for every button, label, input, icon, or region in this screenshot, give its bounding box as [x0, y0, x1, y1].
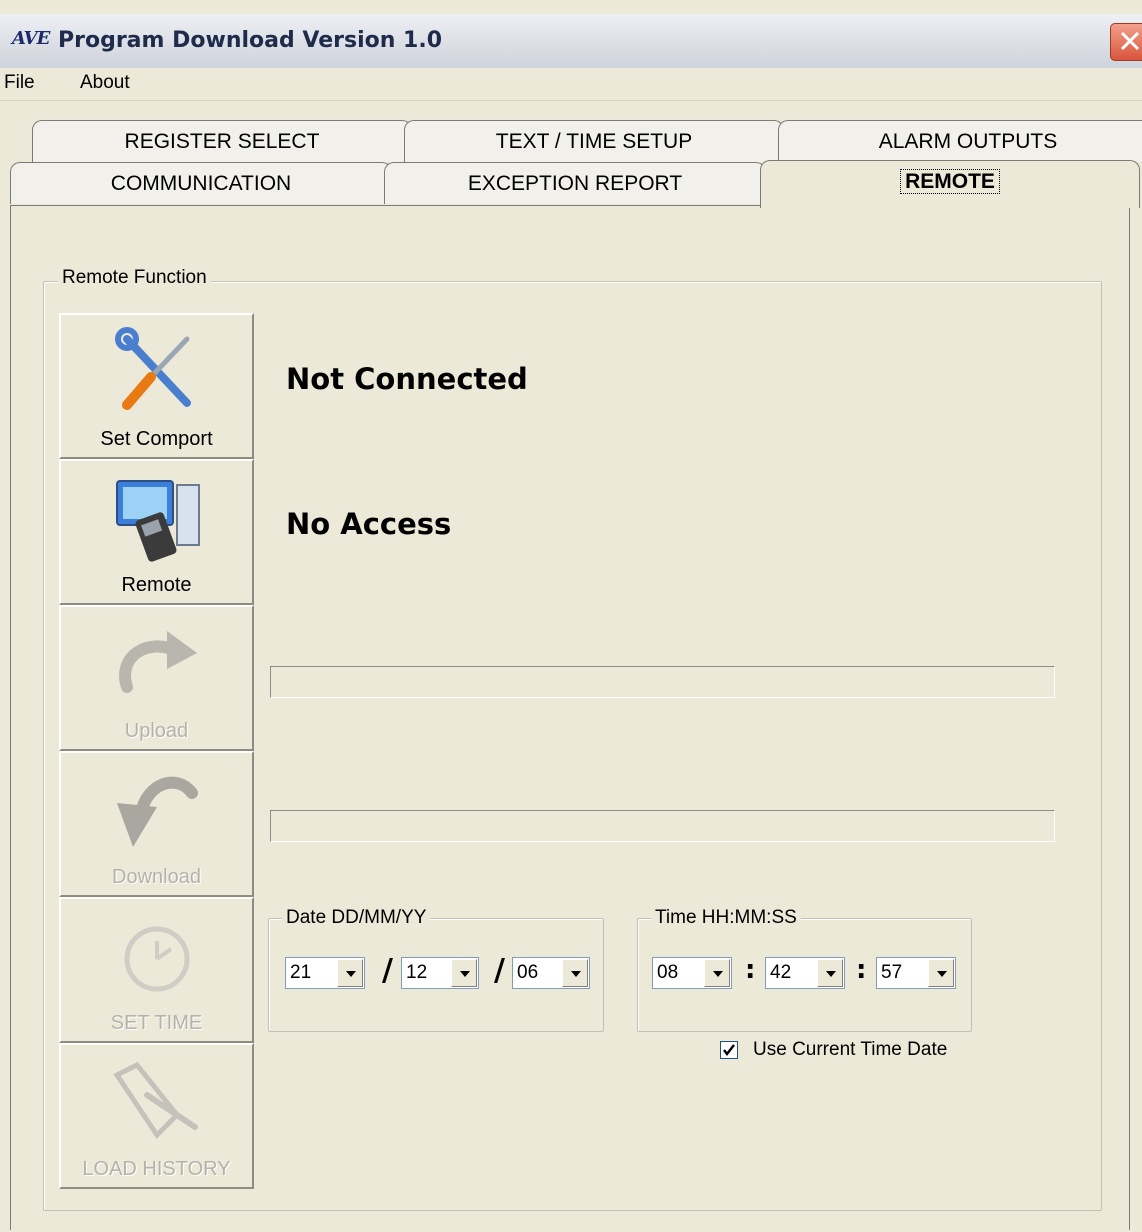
hour-select[interactable]: 08	[652, 957, 732, 989]
month-select[interactable]: 12	[401, 957, 479, 989]
tab-text-time-setup[interactable]: TEXT / TIME SETUP	[404, 120, 784, 162]
tab-alarm-outputs[interactable]: ALARM OUTPUTS	[778, 120, 1142, 162]
history-icon	[113, 1061, 198, 1139]
upload-label: Upload	[124, 720, 189, 742]
upload-progress-bar	[270, 666, 1055, 698]
set-comport-label: Set Comport	[100, 428, 213, 450]
use-current-checkbox[interactable]	[720, 1041, 738, 1059]
menu-file[interactable]: File	[4, 72, 35, 94]
checkmark-icon	[723, 1044, 735, 1057]
menu-about[interactable]: About	[80, 72, 130, 94]
upload-button[interactable]: Upload	[59, 605, 254, 751]
title-bar[interactable]: AVE Program Download Version 1.0	[0, 14, 1142, 69]
app-window: AVE Program Download Version 1.0 File Ab…	[0, 0, 1142, 1232]
time-group-label: Time HH:MM:SS	[651, 907, 801, 929]
remote-label: Remote	[121, 574, 192, 596]
set-time-label: SET TIME	[110, 1012, 203, 1034]
connection-status: Not Connected	[286, 362, 528, 396]
day-select[interactable]: 21	[285, 957, 365, 989]
date-separator: /	[382, 953, 393, 988]
tab-communication[interactable]: COMMUNICATION	[10, 162, 392, 204]
chevron-down-icon	[928, 959, 954, 987]
tab-remote[interactable]: REMOTE	[760, 160, 1140, 208]
clock-icon	[124, 926, 190, 992]
use-current-label[interactable]: Use Current Time Date	[753, 1039, 947, 1061]
close-button[interactable]	[1110, 23, 1142, 61]
close-icon	[1120, 31, 1140, 51]
second-select[interactable]: 57	[876, 957, 956, 989]
upload-arrow-icon	[119, 631, 197, 693]
chevron-down-icon	[704, 959, 730, 987]
load-history-button[interactable]: LOAD HISTORY	[59, 1043, 254, 1189]
time-separator: :	[856, 955, 867, 985]
chevron-down-icon	[451, 959, 477, 987]
year-select[interactable]: 06	[512, 957, 590, 989]
time-separator: :	[745, 955, 756, 985]
date-group-label: Date DD/MM/YY	[282, 907, 431, 929]
tab-register-select[interactable]: REGISTER SELECT	[32, 120, 412, 162]
download-label: Download	[112, 866, 201, 888]
remote-button[interactable]: Remote	[59, 459, 254, 605]
app-logo: AVE	[12, 28, 50, 49]
computer-phone-icon	[116, 480, 200, 562]
chevron-down-icon	[562, 959, 588, 987]
set-time-button[interactable]: SET TIME	[59, 897, 254, 1043]
remote-function-label: Remote Function	[58, 267, 211, 289]
chevron-down-icon	[337, 959, 363, 987]
chevron-down-icon	[817, 959, 843, 987]
tab-exception-report[interactable]: EXCEPTION REPORT	[384, 162, 766, 204]
load-history-label: LOAD HISTORY	[82, 1158, 231, 1180]
set-comport-button[interactable]: Set Comport	[59, 313, 254, 459]
download-arrow-icon	[117, 776, 198, 847]
tab-strip: REGISTER SELECT TEXT / TIME SETUP ALARM …	[0, 100, 1142, 210]
access-status: No Access	[286, 507, 452, 541]
date-separator: /	[494, 953, 505, 988]
window-title: Program Download Version 1.0	[58, 28, 443, 53]
download-progress-bar	[270, 810, 1055, 842]
tools-icon	[115, 327, 191, 410]
minute-select[interactable]: 42	[765, 957, 845, 989]
download-button[interactable]: Download	[59, 751, 254, 897]
menu-bar: File About	[0, 68, 1142, 101]
